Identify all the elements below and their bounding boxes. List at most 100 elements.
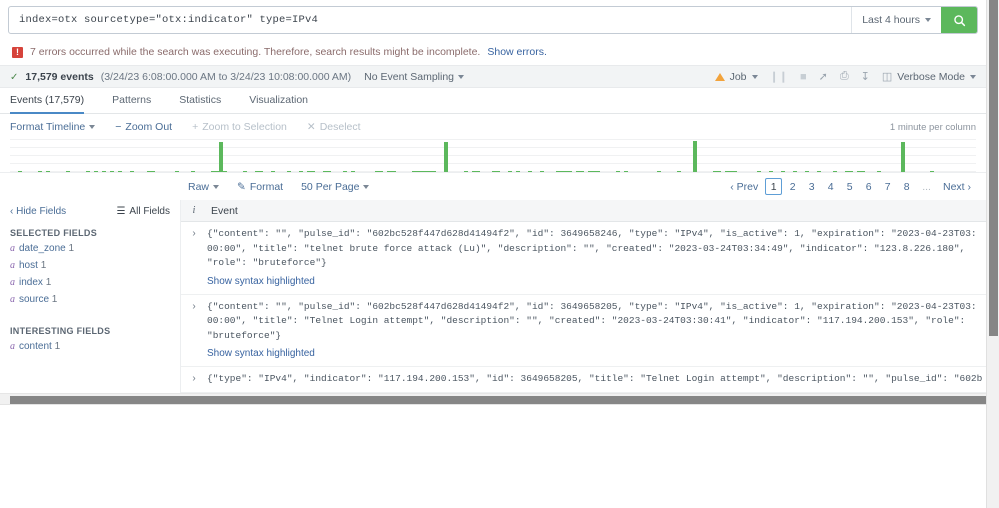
event-sampling-dropdown[interactable]: No Event Sampling bbox=[364, 70, 465, 83]
search-button[interactable] bbox=[941, 7, 977, 33]
search-bar[interactable]: Last 4 hours bbox=[8, 6, 978, 34]
sidebar-field-index[interactable]: a index 1 bbox=[10, 277, 170, 288]
field-type-icon: a bbox=[10, 341, 15, 352]
print-icon[interactable]: ⎙ bbox=[840, 70, 849, 83]
event-sampling-label: No Event Sampling bbox=[364, 70, 455, 83]
show-syntax-highlighted-link[interactable]: Show syntax highlighted bbox=[207, 276, 315, 287]
share-icon[interactable]: ➚ bbox=[819, 70, 828, 83]
raw-label: Raw bbox=[188, 180, 210, 193]
search-icon bbox=[953, 14, 965, 26]
result-tabs: Events (17,579) Patterns Statistics Visu… bbox=[0, 88, 986, 114]
timeline-bar bbox=[656, 170, 661, 172]
timeline-bar bbox=[343, 170, 348, 172]
vertical-scrollbar[interactable] bbox=[986, 0, 999, 508]
timeline-bar bbox=[431, 170, 436, 172]
tab-events[interactable]: Events (17,579) bbox=[10, 88, 98, 114]
timeline-bar bbox=[86, 170, 91, 172]
horizontal-scrollbar-thumb[interactable] bbox=[10, 395, 999, 404]
timeline-bar bbox=[540, 170, 545, 172]
pagination-prev[interactable]: ‹ Prev bbox=[725, 178, 763, 195]
timeline-bar bbox=[46, 170, 51, 172]
sidebar-field-source[interactable]: a source 1 bbox=[10, 294, 170, 305]
show-errors-link[interactable]: Show errors. bbox=[487, 46, 547, 58]
expand-row-icon[interactable]: › bbox=[181, 372, 207, 387]
summary-left: ✓ 17,579 events (3/24/23 6:08:00.000 AM … bbox=[10, 70, 465, 83]
content-bottom-divider bbox=[0, 403, 986, 405]
chevron-down-icon bbox=[363, 184, 370, 189]
raw-format-dropdown[interactable]: Raw bbox=[188, 180, 220, 193]
table-row[interactable]: › {"type": "IPv4", "indicator": "117.194… bbox=[181, 367, 986, 393]
zoom-out-label: Zoom Out bbox=[125, 121, 173, 133]
error-icon: ! bbox=[12, 46, 23, 58]
timeline-bars bbox=[10, 139, 976, 172]
tab-visualization[interactable]: Visualization bbox=[249, 88, 322, 113]
field-count: 1 bbox=[54, 341, 61, 352]
pagination-page-7[interactable]: 7 bbox=[879, 178, 896, 195]
pagination-page-2[interactable]: 2 bbox=[784, 178, 801, 195]
timeline-bar bbox=[805, 170, 810, 172]
pagination-next[interactable]: Next › bbox=[938, 178, 976, 195]
timeline-bar bbox=[463, 170, 468, 172]
timeline-bar bbox=[379, 170, 384, 172]
timeline-bar bbox=[768, 170, 773, 172]
timeline-scale-label: 1 minute per column bbox=[889, 121, 976, 133]
summary-right: Job ❙❙ ■ ➚ ⎙ ↧ ◫ Verbose Mode bbox=[714, 70, 976, 83]
sidebar-field-content[interactable]: a content 1 bbox=[10, 341, 170, 352]
pagination-page-6[interactable]: 6 bbox=[860, 178, 877, 195]
events-timeline-chart[interactable] bbox=[10, 139, 976, 172]
column-header-event: Event bbox=[211, 204, 238, 217]
results-summary-bar: ✓ 17,579 events (3/24/23 6:08:00.000 AM … bbox=[0, 65, 986, 88]
expand-row-icon[interactable]: › bbox=[181, 227, 207, 289]
pagination-page-4[interactable]: 4 bbox=[822, 178, 839, 195]
export-icon[interactable]: ↧ bbox=[861, 70, 870, 83]
per-page-dropdown[interactable]: 50 Per Page bbox=[301, 181, 370, 193]
fields-sidebar: ‹ Hide Fields ☰ All Fields SELECTED FIEL… bbox=[0, 200, 180, 393]
tab-statistics[interactable]: Statistics bbox=[179, 88, 235, 113]
job-dropdown[interactable]: Job bbox=[714, 71, 758, 83]
expand-row-icon[interactable]: › bbox=[181, 300, 207, 362]
format-label: Format bbox=[249, 180, 284, 193]
timeline-bar bbox=[676, 170, 681, 172]
pagination-page-1[interactable]: 1 bbox=[765, 178, 783, 195]
pause-icon[interactable]: ❙❙ bbox=[770, 70, 788, 83]
sidebar-field-date_zone[interactable]: a date_zone 1 bbox=[10, 243, 170, 254]
deselect-button[interactable]: ✕ Deselect bbox=[307, 121, 361, 133]
all-fields-label: All Fields bbox=[129, 206, 170, 217]
timeline-bar bbox=[190, 170, 195, 172]
pagination-ellipsis: ... bbox=[922, 180, 931, 193]
vertical-scrollbar-thumb[interactable] bbox=[989, 0, 998, 336]
horizontal-scrollbar[interactable] bbox=[0, 392, 999, 404]
time-range-picker[interactable]: Last 4 hours bbox=[851, 7, 941, 33]
all-fields-button[interactable]: ☰ All Fields bbox=[116, 206, 170, 217]
format-button[interactable]: ✎ Format bbox=[237, 181, 283, 193]
timeline-bar bbox=[118, 170, 123, 172]
sidebar-field-host[interactable]: a host 1 bbox=[10, 260, 170, 271]
chevron-down-icon bbox=[458, 74, 465, 79]
hide-fields-button[interactable]: ‹ Hide Fields bbox=[10, 206, 66, 217]
field-name: index bbox=[19, 277, 43, 288]
pagination-page-3[interactable]: 3 bbox=[803, 178, 820, 195]
error-banner: ! 7 errors occurred while the search was… bbox=[0, 38, 986, 65]
table-row[interactable]: › {"content": "", "pulse_id": "602bc528f… bbox=[181, 222, 986, 295]
pagination-page-5[interactable]: 5 bbox=[841, 178, 858, 195]
results-toolbar: Raw ✎ Format 50 Per Page ‹ Prev 1 2 3 4 … bbox=[0, 172, 986, 200]
search-input[interactable] bbox=[9, 7, 852, 33]
timeline-bar bbox=[781, 170, 786, 172]
pagination-page-8[interactable]: 8 bbox=[898, 178, 915, 195]
timeline-bar bbox=[287, 170, 292, 172]
verbose-mode-dropdown[interactable]: ◫ Verbose Mode bbox=[882, 70, 976, 83]
format-timeline-dropdown[interactable]: Format Timeline bbox=[10, 121, 96, 133]
zoom-to-selection-button[interactable]: + Zoom to Selection bbox=[192, 121, 287, 133]
chevron-down-icon bbox=[925, 18, 931, 22]
timeline-bar bbox=[833, 170, 838, 172]
tab-patterns[interactable]: Patterns bbox=[112, 88, 165, 113]
verbose-mode-label: Verbose Mode bbox=[897, 70, 965, 83]
zoom-out-button[interactable]: − Zoom Out bbox=[115, 121, 172, 133]
stop-icon[interactable]: ■ bbox=[800, 71, 807, 83]
results-body: ‹ Hide Fields ☰ All Fields SELECTED FIEL… bbox=[0, 200, 986, 393]
minus-icon: − bbox=[115, 121, 122, 133]
deselect-label: Deselect bbox=[319, 121, 361, 133]
close-icon: ✕ bbox=[306, 121, 316, 133]
table-row[interactable]: › {"content": "", "pulse_id": "602bc528f… bbox=[181, 295, 986, 367]
show-syntax-highlighted-link[interactable]: Show syntax highlighted bbox=[207, 348, 315, 359]
